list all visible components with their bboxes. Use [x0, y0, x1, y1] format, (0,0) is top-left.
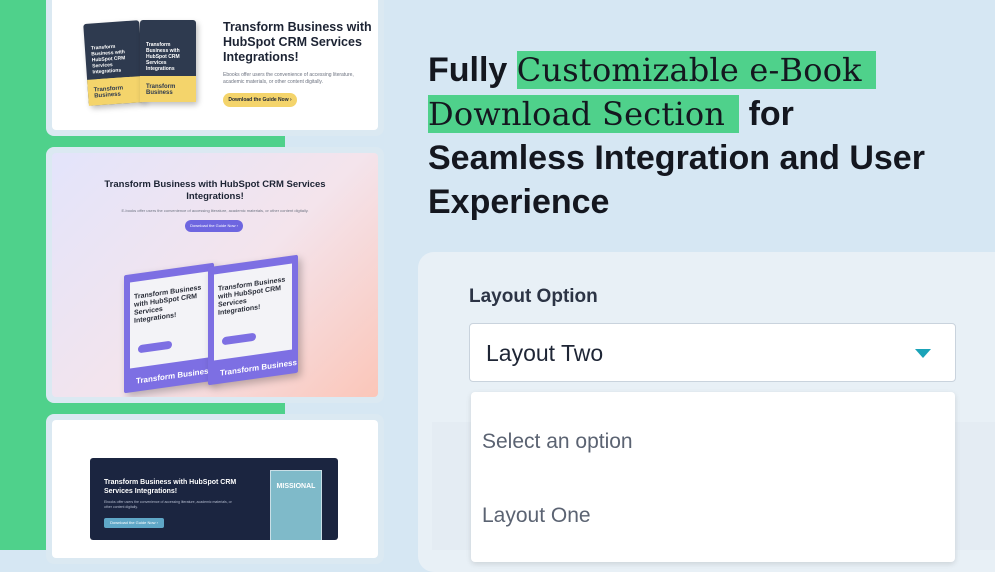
selected-value: Layout Two [486, 340, 604, 366]
heading-tail-3: Experience [428, 183, 610, 221]
download-guide-label: Download the Guide Now [228, 97, 289, 103]
book-footer: Transform Business [136, 365, 213, 386]
card-title: Transform Business with HubSpot CRM Serv… [223, 20, 372, 64]
book-title: MISSIONAL [276, 483, 316, 490]
dark-banner: Transform Business with HubSpot CRM Serv… [90, 458, 338, 540]
layout-option-label: Layout Option [469, 286, 598, 307]
layout-option-dropdown: Select an option Layout One [471, 392, 955, 562]
book-footer: Transform Business [146, 84, 176, 96]
download-guide-button[interactable]: Download the Guide Now › [185, 220, 243, 232]
page-heading: Fully Customizable e-Book Download Secti… [428, 48, 948, 224]
download-guide-button[interactable]: Download the Guide Now › [104, 518, 164, 528]
card-title: Transform Business with HubSpot CRM Serv… [104, 479, 237, 495]
preview-card-inner: Transform Business with HubSpot CRM Serv… [52, 153, 378, 397]
ebook-cover: MISSIONAL [270, 470, 322, 540]
layout-option-select[interactable]: Layout Two [469, 323, 956, 382]
dropdown-option-select-an-option[interactable]: Select an option [482, 430, 633, 454]
card-description: E-books offer users the convenience of a… [121, 208, 309, 213]
ebook-cover-front: Transform Business with HubSpot CRM Serv… [140, 20, 196, 102]
download-guide-button[interactable]: Download the Guide Now › [223, 93, 297, 107]
heading-tail-1: for [748, 95, 794, 133]
heading-tail-2: Seamless Integration and User [428, 139, 925, 177]
heading-highlight-2: Download Section [428, 95, 740, 133]
book-title: Transform Business with HubSpot CRM Serv… [90, 43, 126, 76]
heading-lead: Fully [428, 51, 508, 89]
preview-card-layout-one[interactable]: Transform Business with HubSpot CRM Serv… [46, 0, 384, 136]
card-description: Ebooks offer users the convenience of ac… [223, 72, 354, 85]
preview-card-layout-three[interactable]: Transform Business with HubSpot CRM Serv… [46, 414, 384, 564]
preview-card-inner: Transform Business with HubSpot CRM Serv… [52, 0, 378, 130]
card-description: Ebooks offer users the convenience of ac… [104, 500, 232, 509]
ebook-cover-front: Transform Business with HubSpot CRM Serv… [208, 254, 298, 386]
preview-card-layout-two[interactable]: Transform Business with HubSpot CRM Serv… [46, 147, 384, 403]
heading-highlight-1: Customizable e-Book [516, 51, 876, 89]
download-guide-label: Download the Guide Now [190, 223, 236, 228]
preview-card-inner: Transform Business with HubSpot CRM Serv… [52, 420, 378, 558]
ebook-cover-back: Transform Business with HubSpot CRM Serv… [124, 262, 214, 394]
dropdown-option-layout-one[interactable]: Layout One [482, 504, 591, 528]
book-footer: Transform Business [220, 357, 297, 378]
ebook-cover-back: Transform Business with HubSpot CRM Serv… [83, 20, 145, 106]
card-title: Transform Business with HubSpot CRM Serv… [104, 179, 326, 202]
download-guide-label: Download the Guide Now [110, 520, 156, 525]
chevron-down-icon[interactable] [915, 349, 931, 358]
preview-card-column: Transform Business with HubSpot CRM Serv… [46, 0, 384, 564]
book-title: Transform Business with HubSpot CRM Serv… [146, 42, 180, 72]
